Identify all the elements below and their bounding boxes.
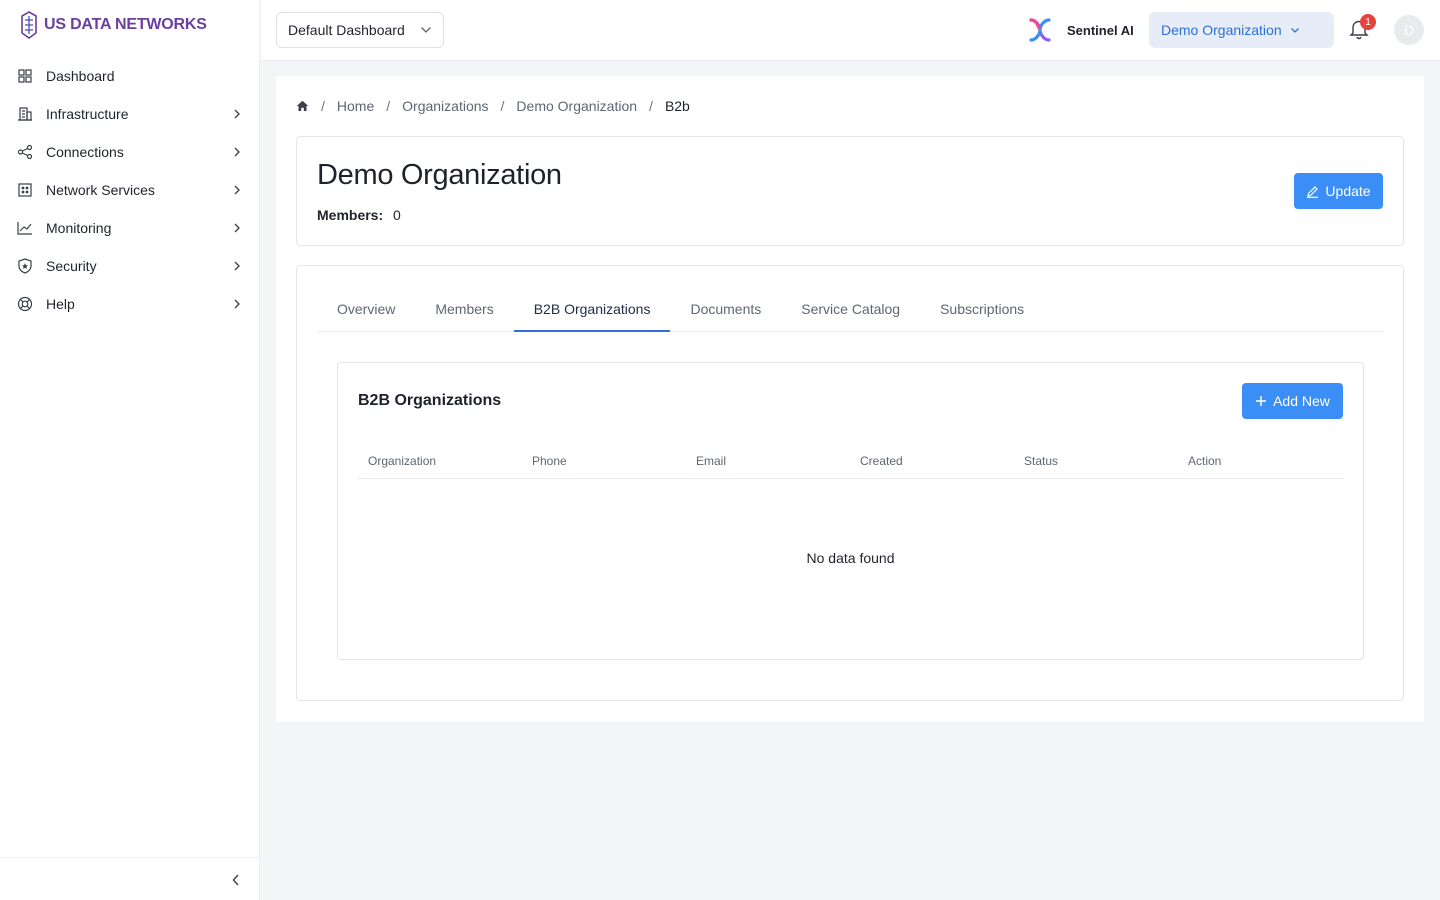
organization-select-value: Demo Organization [1161,22,1282,38]
home-icon[interactable] [296,100,309,112]
chevron-right-icon [230,183,244,197]
top-header: Default Dashboard Sentinel AI Demo Organ… [261,0,1440,61]
column-header-email: Email [696,453,727,468]
logo-icon [21,11,37,39]
tab-documents[interactable]: Documents [670,286,781,331]
main-content: / Home / Organizations / Demo Organizati… [276,76,1424,722]
sidebar-item-dashboard[interactable]: Dashboard [0,57,260,95]
chevron-left-icon [232,874,239,886]
dashboard-select[interactable]: Default Dashboard [276,12,444,48]
chevron-down-icon [421,27,431,33]
notification-count-badge: 1 [1360,14,1376,30]
sidebar-nav: Dashboard Infrastructure Connections Net… [0,57,260,323]
avatar[interactable]: D [1394,15,1424,45]
sidebar-item-label: Security [46,258,97,274]
sentinel-label: Sentinel AI [1067,22,1134,38]
breadcrumb-current: B2b [664,98,690,114]
members-label: Members: [317,207,384,223]
breadcrumb-separator: / [386,98,391,114]
brand-logo[interactable]: US DATA NETWORKS [20,10,207,40]
sidebar-item-infrastructure[interactable]: Infrastructure [0,95,260,133]
update-button[interactable]: Update [1294,173,1383,209]
grid-icon [17,68,33,84]
table-header: Organization Phone Email Created Status … [358,443,1344,479]
column-header-phone: Phone [532,453,567,468]
sidebar-item-label: Monitoring [46,220,112,236]
sentinel-ai-button[interactable]: Sentinel AI [1027,16,1134,44]
lifebuoy-icon [17,296,33,312]
column-header-status: Status [1024,453,1059,468]
dashboard-select-value: Default Dashboard [288,22,405,38]
sidebar-item-network-services[interactable]: Network Services [0,171,260,209]
sidebar-item-label: Dashboard [46,68,115,84]
sidebar: US DATA NETWORKS Dashboard Infrastructur… [0,0,260,900]
chevron-right-icon [230,259,244,273]
sentinel-logo-icon [1029,18,1051,42]
chevron-down-icon [1290,27,1299,33]
tab-subscriptions[interactable]: Subscriptions [920,286,1044,331]
panel-title: B2B Organizations [358,392,502,409]
chevron-right-icon [230,297,244,311]
organization-summary-card: Demo Organization Members: 0 Update [296,136,1404,246]
b2b-organizations-panel: B2B Organizations Add New Organization P… [337,362,1364,660]
sidebar-item-security[interactable]: Security [0,247,260,285]
building-icon [17,106,33,122]
sidebar-item-connections[interactable]: Connections [0,133,260,171]
chevron-right-icon [230,221,244,235]
sidebar-item-monitoring[interactable]: Monitoring [0,209,260,247]
sidebar-item-help[interactable]: Help [0,285,260,323]
edit-icon [1307,185,1319,198]
tab-overview[interactable]: Overview [317,286,415,331]
sidebar-item-label: Infrastructure [46,106,129,122]
update-button-label: Update [1325,183,1371,199]
chevron-right-icon [230,145,244,159]
breadcrumb-separator: / [649,98,653,114]
breadcrumb-home[interactable]: Home [337,98,374,114]
plus-icon [1256,396,1267,406]
column-header-action: Action [1188,453,1222,468]
breadcrumb: / Home / Organizations / Demo Organizati… [296,96,690,116]
chart-line-icon [17,220,33,236]
tab-bar: Overview Members B2B Organizations Docum… [317,286,1384,332]
collapse-sidebar-button[interactable] [226,870,246,890]
sidebar-footer [0,857,260,900]
tab-service-catalog[interactable]: Service Catalog [781,286,920,331]
notifications-button[interactable]: 1 [1348,14,1376,42]
breadcrumb-separator: / [500,98,505,114]
empty-state-message: No data found [806,550,895,566]
breadcrumb-separator: / [321,98,325,114]
server-icon [17,182,33,198]
organization-tabs-card: Overview Members B2B Organizations Docum… [296,265,1404,701]
organization-select[interactable]: Demo Organization [1149,12,1334,48]
add-new-button-label: Add New [1273,393,1330,409]
sidebar-item-label: Help [46,296,75,312]
page-title: Demo Organization [317,159,562,191]
brand-name: US DATA NETWORKS [44,16,207,33]
column-header-created: Created [860,453,903,468]
share-icon [17,144,33,160]
breadcrumb-demo-organization[interactable]: Demo Organization [516,98,637,114]
sidebar-item-label: Network Services [46,182,155,198]
tab-members[interactable]: Members [415,286,513,331]
sidebar-item-label: Connections [46,144,124,160]
members-count: Members: 0 [317,207,401,223]
shield-icon [17,258,33,274]
add-new-button[interactable]: Add New [1242,383,1343,419]
members-value: 0 [393,207,401,223]
chevron-right-icon [230,107,244,121]
tab-b2b-organizations[interactable]: B2B Organizations [513,286,671,332]
column-header-organization: Organization [368,453,437,468]
breadcrumb-organizations[interactable]: Organizations [402,98,488,114]
